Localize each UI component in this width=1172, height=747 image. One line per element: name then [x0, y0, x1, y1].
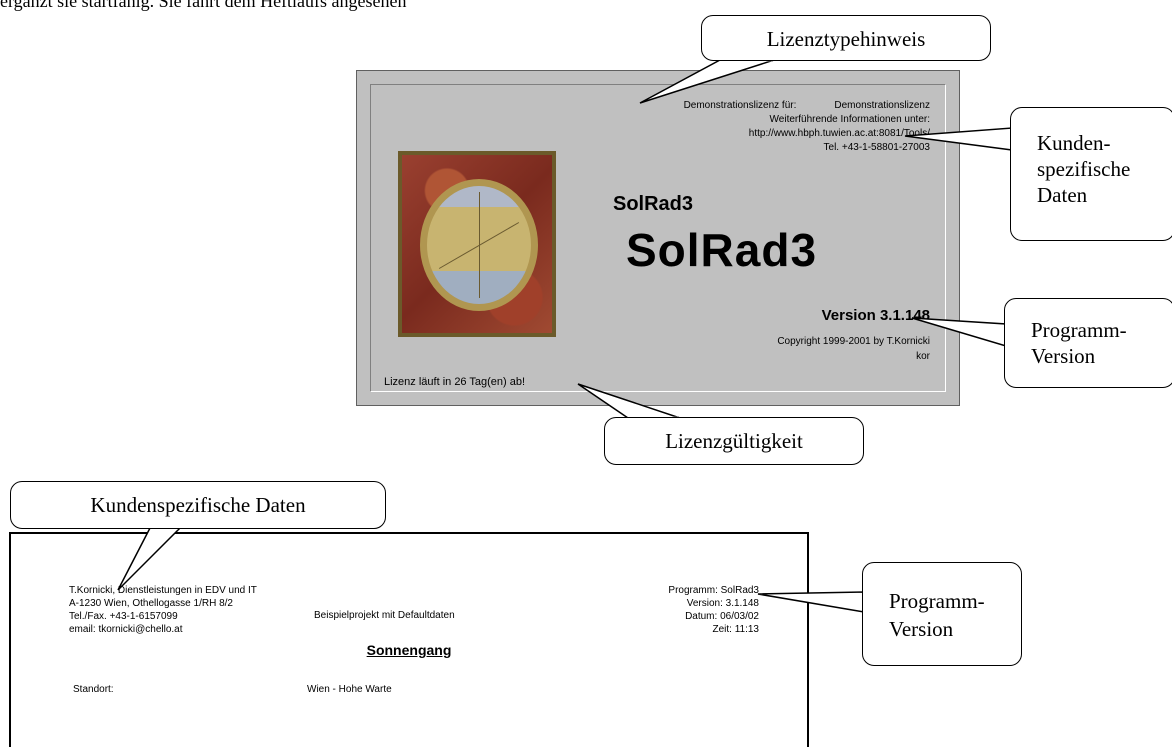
copyright: Copyright 1999-2001 by T.Kornicki kor: [777, 334, 930, 364]
company-line: Tel./Fax. +43-1-6157099: [69, 611, 178, 622]
callout-license-type: Lizenztypehinweis: [701, 15, 991, 61]
callout-customer-data: Kunden- spezifische Daten: [1010, 107, 1172, 241]
company-line: email: tkornicki@chello.at: [69, 624, 183, 635]
report-date: Datum: 06/03/02: [685, 611, 759, 622]
license-info: Demonstrationslizenz für: Demonstrationsl…: [684, 99, 930, 155]
app-name-large: SolRad3: [626, 224, 818, 276]
info-phone: Tel. +43-1-58801-27003: [823, 142, 930, 153]
location-value: Wien - Hohe Warte: [307, 684, 392, 695]
license-label: Demonstrationslizenz für:: [683, 100, 797, 111]
project-name: Beispielprojekt mit Defaultdaten: [314, 610, 455, 621]
program-info: Programm: SolRad3 Version: 3.1.148 Datum…: [668, 584, 759, 636]
sundial-logo: [398, 151, 556, 337]
license-value: Demonstrationslizenz: [834, 100, 930, 111]
callout-program-version: Programm- Version: [1004, 298, 1172, 388]
copyright-text: Copyright 1999-2001 by T.Kornicki: [777, 336, 930, 347]
version-label: Version 3.1.148: [821, 307, 930, 324]
report-page: T.Kornicki, Dienstleistungen in EDV und …: [9, 532, 809, 747]
license-status: Lizenz läuft in 26 Tag(en) ab!: [384, 376, 526, 388]
info-url: http://www.hbph.tuwien.ac.at:8081/Tools/: [748, 128, 930, 139]
callout-license-validity: Lizenzgültigkeit: [604, 417, 864, 465]
document-text-cut: ergänzt sie startfähig. Sie fährt dem He…: [0, 0, 407, 11]
app-name-small: SolRad3: [613, 193, 694, 215]
callout-program-version-report: Programm- Version: [862, 562, 1022, 666]
company-info: T.Kornicki, Dienstleistungen in EDV und …: [69, 584, 257, 636]
copyright-user: kor: [916, 351, 930, 362]
program-version: Version: 3.1.148: [686, 598, 759, 609]
info-label: Weiterführende Informationen unter:: [769, 114, 930, 125]
report-time: Zeit: 11:13: [712, 624, 759, 635]
company-line: T.Kornicki, Dienstleistungen in EDV und …: [69, 585, 257, 596]
location-label: Standort:: [73, 684, 114, 695]
program-name: Programm: SolRad3: [668, 585, 759, 596]
splash-screen: Demonstrationslizenz für: Demonstrationsl…: [356, 70, 960, 406]
sundial-icon: [420, 179, 538, 311]
section-title: Sonnengang: [366, 642, 452, 658]
callout-customer-data-report: Kundenspezifische Daten: [10, 481, 386, 529]
splash-frame: Demonstrationslizenz für: Demonstrationsl…: [370, 84, 946, 392]
company-line: A-1230 Wien, Othellogasse 1/RH 8/2: [69, 598, 233, 609]
